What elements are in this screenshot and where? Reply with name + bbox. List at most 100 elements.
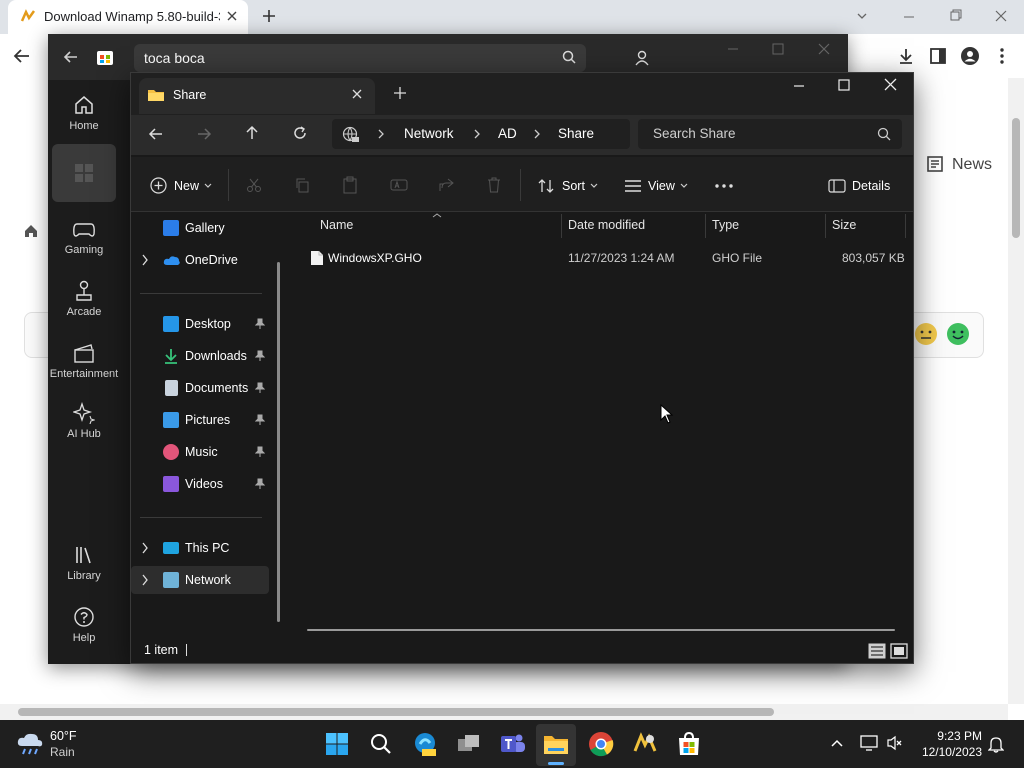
store-nav-arcade[interactable]: Arcade [48, 280, 120, 318]
column-separator[interactable] [825, 214, 826, 238]
new-tab-icon[interactable] [262, 9, 276, 23]
column-separator[interactable] [705, 214, 706, 238]
column-header-type[interactable]: Type [712, 218, 739, 232]
store-nav-library[interactable]: Library [48, 544, 120, 582]
maximize-icon[interactable] [838, 79, 850, 91]
store-nav-ai-hub[interactable]: AI Hub [48, 402, 120, 440]
windows-start-icon[interactable] [322, 729, 352, 759]
browser-back-icon[interactable] [12, 46, 32, 66]
clock[interactable]: 9:23 PM 12/10/2023 [918, 728, 986, 762]
new-button[interactable]: New [144, 172, 224, 200]
browser-minimize-icon[interactable] [902, 10, 916, 24]
browser-restore-icon[interactable] [948, 9, 962, 23]
browser-close-icon[interactable] [994, 9, 1008, 23]
store-nav-gaming[interactable]: Gaming [48, 220, 120, 256]
home-breadcrumb-icon[interactable] [24, 224, 38, 238]
task-view-icon[interactable] [454, 729, 484, 759]
store-close-icon[interactable] [818, 43, 830, 55]
browser-menu-icon[interactable] [994, 46, 1010, 66]
file-row[interactable]: WindowsXP.GHO 11/27/2023 1:24 AM GHO Fil… [300, 246, 906, 270]
tiles-view-icon[interactable] [890, 643, 908, 659]
address-bar[interactable]: Network AD Share [332, 119, 630, 149]
taskbar-search-icon[interactable] [366, 729, 396, 759]
download-icon[interactable] [896, 46, 916, 66]
delete-icon[interactable] [486, 176, 502, 194]
show-hidden-icons-chevron-icon[interactable] [830, 738, 844, 748]
search-icon[interactable] [562, 50, 576, 64]
nav-item-downloads[interactable]: Downloads [131, 342, 269, 370]
copy-icon[interactable] [294, 177, 310, 193]
column-header-name[interactable]: Name [320, 218, 353, 232]
store-minimize-icon[interactable] [726, 44, 740, 54]
display-icon[interactable] [860, 735, 878, 751]
store-search-input[interactable]: toca boca [134, 44, 586, 72]
breadcrumb-item-network[interactable]: Network [404, 126, 454, 141]
pin-icon[interactable] [255, 446, 265, 458]
expand-chevron-icon[interactable] [141, 574, 149, 586]
view-button[interactable]: View [620, 172, 694, 200]
close-tab-icon[interactable] [351, 88, 363, 100]
pin-icon[interactable] [255, 318, 265, 330]
vertical-scrollbar[interactable] [1008, 78, 1024, 704]
nav-item-desktop[interactable]: Desktop [131, 310, 269, 338]
details-button[interactable]: Details [822, 172, 904, 200]
tab-search-icon[interactable] [856, 10, 868, 22]
nav-item-documents[interactable]: Documents [131, 374, 269, 402]
volume-muted-icon[interactable] [886, 735, 904, 751]
browser-tab[interactable]: Download Winamp 5.80-build-3 [8, 0, 248, 34]
microsoft-store-icon[interactable] [674, 729, 704, 759]
explorer-search-input[interactable]: Search Share [638, 119, 902, 149]
weather-widget[interactable]: 60°F Rain [14, 728, 84, 764]
sidebar-icon[interactable] [928, 46, 948, 66]
chrome-icon[interactable] [586, 729, 616, 759]
happy-face-icon[interactable] [946, 322, 970, 346]
nav-pane-scrollbar[interactable] [277, 262, 280, 622]
nav-item-network[interactable]: Network [131, 566, 269, 594]
teams-icon[interactable] [498, 729, 528, 759]
winamp-icon[interactable] [630, 729, 660, 759]
expand-chevron-icon[interactable] [141, 254, 149, 266]
explorer-tab[interactable]: Share [139, 78, 375, 114]
details-view-icon[interactable] [868, 643, 886, 659]
pin-icon[interactable] [255, 350, 265, 362]
refresh-icon[interactable] [292, 125, 308, 141]
rename-icon[interactable] [390, 177, 408, 193]
expand-chevron-icon[interactable] [141, 542, 149, 554]
cut-icon[interactable] [246, 177, 262, 193]
sort-button[interactable]: Sort [532, 172, 602, 200]
store-nav-entertainment[interactable]: Entertainment [48, 342, 120, 380]
notification-bell-icon[interactable] [988, 735, 1004, 753]
column-header-size[interactable]: Size [832, 218, 856, 232]
pin-icon[interactable] [255, 382, 265, 394]
file-list-horizontal-scrollbar[interactable] [307, 629, 895, 631]
breadcrumb-item-ad[interactable]: AD [498, 126, 517, 141]
nav-item-music[interactable]: Music [131, 438, 269, 466]
nav-item-this-pc[interactable]: This PC [131, 534, 269, 562]
back-arrow-icon[interactable] [148, 126, 164, 142]
close-tab-icon[interactable] [226, 10, 238, 22]
new-tab-icon[interactable] [394, 87, 406, 99]
pin-icon[interactable] [255, 414, 265, 426]
forward-arrow-icon[interactable] [196, 126, 212, 142]
pin-icon[interactable] [255, 478, 265, 490]
more-options-icon[interactable] [714, 183, 734, 189]
up-arrow-icon[interactable] [244, 125, 260, 141]
minimize-icon[interactable] [792, 84, 806, 88]
store-nav-apps[interactable] [52, 144, 116, 202]
nav-item-pictures[interactable]: Pictures [131, 406, 269, 434]
column-separator[interactable] [561, 214, 562, 238]
edge-beta-icon[interactable] [410, 729, 440, 759]
share-icon[interactable] [438, 177, 456, 193]
file-explorer-taskbar-button[interactable] [536, 724, 576, 766]
nav-item-gallery[interactable]: Gallery [131, 214, 269, 242]
store-nav-help[interactable]: Help [48, 606, 120, 644]
profile-icon[interactable] [960, 46, 980, 66]
paste-icon[interactable] [342, 176, 358, 194]
column-header-date-modified[interactable]: Date modified [568, 218, 645, 232]
news-link[interactable]: News [952, 156, 992, 174]
breadcrumb-item-share[interactable]: Share [558, 126, 594, 141]
close-icon[interactable] [884, 78, 897, 91]
store-nav-home[interactable]: Home [48, 94, 120, 132]
horizontal-scrollbar[interactable] [0, 704, 1008, 720]
nav-item-onedrive[interactable]: OneDrive [131, 246, 269, 274]
